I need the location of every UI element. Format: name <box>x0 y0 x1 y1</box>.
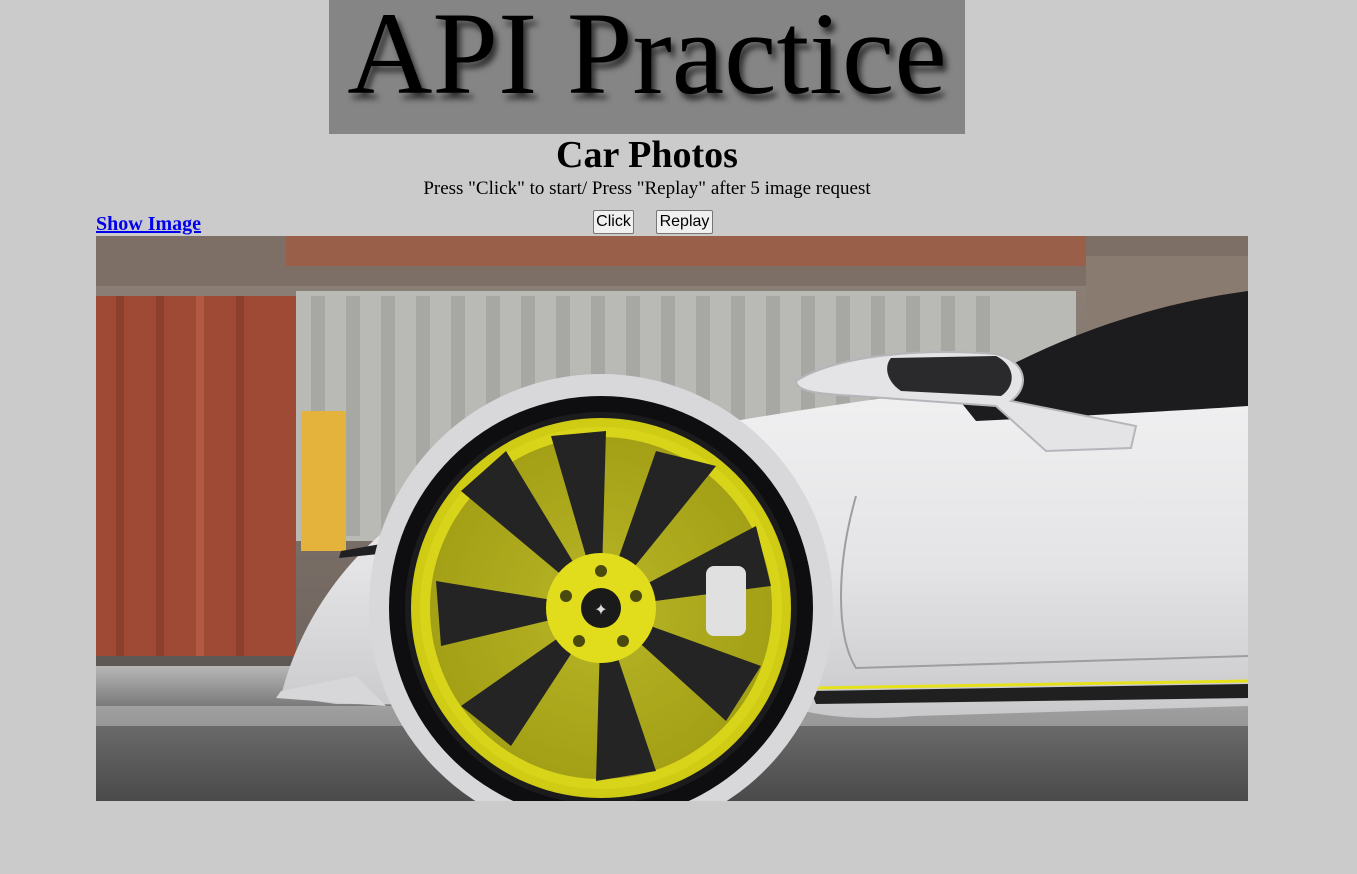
header-banner: API Practice <box>329 0 965 134</box>
click-button[interactable]: Click <box>593 210 634 234</box>
banner-title: API Practice <box>347 0 947 119</box>
instructions-text: Press "Click" to start/ Press "Replay" a… <box>423 178 871 199</box>
page-title: Car Photos <box>556 134 738 176</box>
show-image-link[interactable]: Show Image <box>96 212 201 236</box>
page: API Practice Car Photos Press "Click" to… <box>0 0 1357 874</box>
replay-button[interactable]: Replay <box>656 210 713 234</box>
svg-text:✦: ✦ <box>594 600 607 619</box>
car-photo: ✦ <box>96 236 1248 801</box>
